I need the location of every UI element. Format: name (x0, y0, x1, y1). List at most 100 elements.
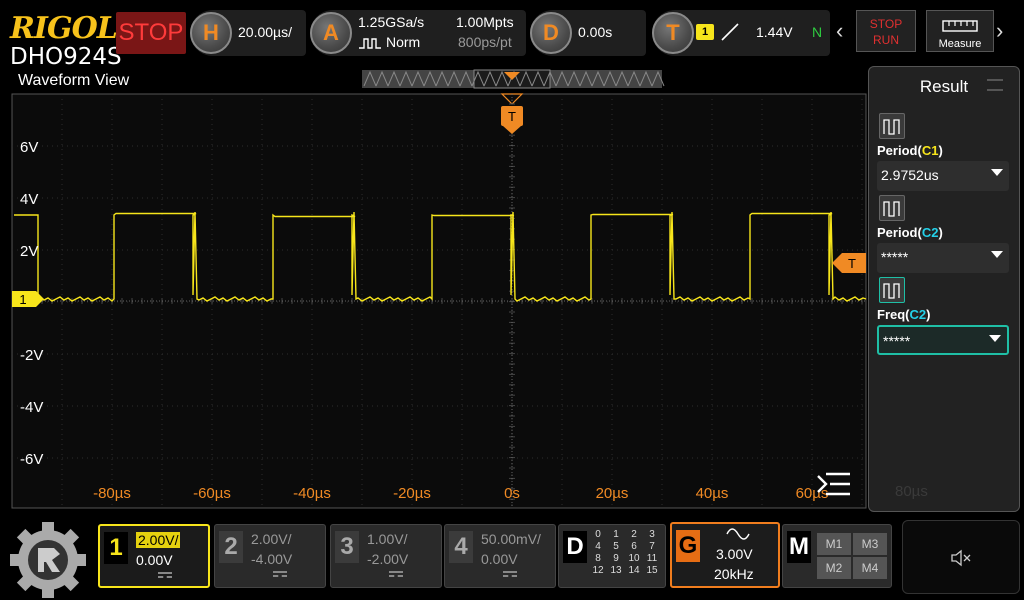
measure-button[interactable]: Measure (926, 10, 994, 52)
digital-channel-label: 6 (631, 541, 637, 552)
measurement-label: Period (877, 225, 918, 240)
delay-icon[interactable]: D (530, 12, 572, 54)
channel-3-scale: 1.00V/ (367, 531, 408, 547)
home-gear-icon[interactable] (8, 520, 88, 600)
x-label: 20µs (596, 485, 629, 502)
x-label: 40µs (696, 485, 729, 502)
channel-4-scale: 50.00mV/ (481, 531, 541, 547)
digital-channel-label: 15 (646, 565, 658, 576)
acquire-panel[interactable]: A 1.25GSa/s Norm 1.00Mpts 800ps/pt (310, 10, 526, 56)
digital-channel-label: 3 (649, 529, 655, 540)
channel-3-panel[interactable]: 3 1.00V/ -2.00V (330, 524, 442, 588)
math-panel[interactable]: M M1 M3 M2 M4 (782, 524, 892, 588)
chevron-down-icon[interactable] (989, 335, 1001, 342)
digital-channel-label: 11 (646, 553, 658, 564)
math-m1-button[interactable]: M1 (817, 533, 851, 555)
measurement-source: C1 (921, 143, 939, 158)
run-stop-button[interactable]: STOP RUN (856, 10, 916, 52)
acquire-mode: Norm (386, 34, 421, 50)
digital-channel-label: 8 (595, 553, 601, 564)
brand-logo: RIGOL (10, 11, 118, 46)
run-status-badge[interactable]: STOP (116, 12, 186, 54)
y-label-neg4v: -4V (20, 399, 43, 416)
delay-panel[interactable]: D 0.00s (530, 10, 646, 56)
chevron-down-icon[interactable] (991, 251, 1003, 258)
digital-channel-label: 4 (595, 541, 601, 552)
y-label-4v: 4V (20, 191, 38, 208)
trigger-panel[interactable]: T 1 1.44V N (652, 10, 830, 56)
acquire-icon[interactable]: A (310, 12, 352, 54)
trigger-time-marker-label: T (508, 109, 516, 124)
digital-channel-label: 13 (610, 565, 622, 576)
pulse-icon (879, 113, 905, 139)
channel-1-offset: 0.00V (136, 552, 173, 568)
y-label-neg2v: -2V (20, 347, 43, 364)
channel-2-scale: 2.00V/ (251, 531, 292, 547)
measurement-label: Period (877, 143, 918, 158)
trigger-source-badge: 1 (696, 24, 714, 40)
math-m2-button[interactable]: M2 (817, 557, 851, 579)
digital-panel[interactable]: D 0123 4567 8 9 10 11 12 13 14 15 (558, 524, 666, 588)
sample-rate: 1.25GSa/s (358, 14, 425, 30)
chevron-right-icon[interactable]: › (996, 18, 1003, 44)
measurement-value: 2.9752us (881, 167, 939, 183)
generator-frequency: 20kHz (714, 566, 754, 582)
rising-edge-icon (721, 23, 739, 41)
channel-2-offset: -4.00V (251, 551, 293, 567)
digital-channel-label: 1 (613, 529, 619, 540)
channel-1-scale: 2.00V/ (136, 532, 181, 548)
channel-3-offset: -2.00V (367, 551, 409, 567)
pulse-icon (879, 277, 905, 303)
channel-2-panel[interactable]: 2 2.00V/ -4.00V (214, 524, 326, 588)
digital-channel-label: 10 (628, 553, 640, 564)
digital-channel-label: 14 (628, 565, 640, 576)
waveform-view[interactable]: T T 1 6V 4V 2V -2V -4V -6V -80µs -60µs -… (0, 64, 868, 512)
channel-1-panel[interactable]: 1 2.00V/ 0.00V (98, 524, 210, 588)
run-stop-stop-label: STOP (869, 17, 903, 31)
y-label-6v: 6V (20, 139, 38, 156)
digital-channel-label: 2 (631, 529, 637, 540)
generator-letter: G (676, 530, 700, 562)
pulse-icon (879, 195, 905, 221)
horizontal-icon[interactable]: H (190, 12, 232, 54)
result-panel[interactable]: Result Period(C1) 2.9752us Period(C2) **… (868, 66, 1020, 512)
dc-coupling-icon (273, 571, 287, 577)
result-menu-icon[interactable] (987, 79, 1003, 91)
channel-2-number: 2 (219, 531, 243, 563)
ruler-icon (942, 20, 978, 32)
digital-channel-grid: 0123 4567 8 9 10 11 12 13 14 15 (589, 529, 663, 577)
trigger-level-marker-label: T (848, 256, 856, 271)
digital-channel-label: 7 (649, 541, 655, 552)
channel-4-offset: 0.00V (481, 551, 518, 567)
dc-coupling-icon (389, 571, 403, 577)
horizontal-panel[interactable]: H 20.00µs/ (190, 10, 306, 56)
generator-panel[interactable]: G 3.00V 20kHz (670, 522, 780, 588)
top-bar: RIGOL DHO924S STOP H 20.00µs/ A 1.25GSa/… (0, 0, 1024, 69)
math-m4-button[interactable]: M4 (853, 557, 887, 579)
trigger-sweep: N (812, 24, 823, 40)
measure-label: Measure (938, 38, 982, 50)
digital-channel-label: 9 (613, 553, 619, 564)
channel-3-number: 3 (335, 531, 359, 563)
channel-4-panel[interactable]: 4 50.00mV/ 0.00V (444, 524, 556, 588)
y-label-2v: 2V (20, 243, 38, 260)
x-label: -40µs (293, 485, 331, 502)
x-label: -20µs (393, 485, 431, 502)
digital-channel-label: 5 (613, 541, 619, 552)
chevron-left-icon[interactable]: ‹ (836, 18, 843, 44)
acquire-mode-icon (359, 38, 381, 49)
chevron-down-icon[interactable] (991, 169, 1003, 176)
run-stop-run-label: RUN (873, 33, 899, 47)
channel-4-number: 4 (449, 531, 473, 563)
x-label-hidden: 80µs (895, 483, 928, 500)
timebase-value: 20.00µs/ (238, 24, 292, 40)
waveform-view-title: Waveform View (18, 72, 130, 89)
x-label: 0s (504, 485, 520, 502)
math-m3-button[interactable]: M3 (853, 533, 887, 555)
speaker-muted-icon[interactable] (902, 520, 1020, 594)
measurement-label: Freq (877, 307, 906, 322)
x-label: -60µs (193, 485, 231, 502)
dc-coupling-icon (158, 572, 172, 578)
trigger-icon[interactable]: T (652, 12, 694, 54)
y-label-neg6v: -6V (20, 451, 43, 468)
